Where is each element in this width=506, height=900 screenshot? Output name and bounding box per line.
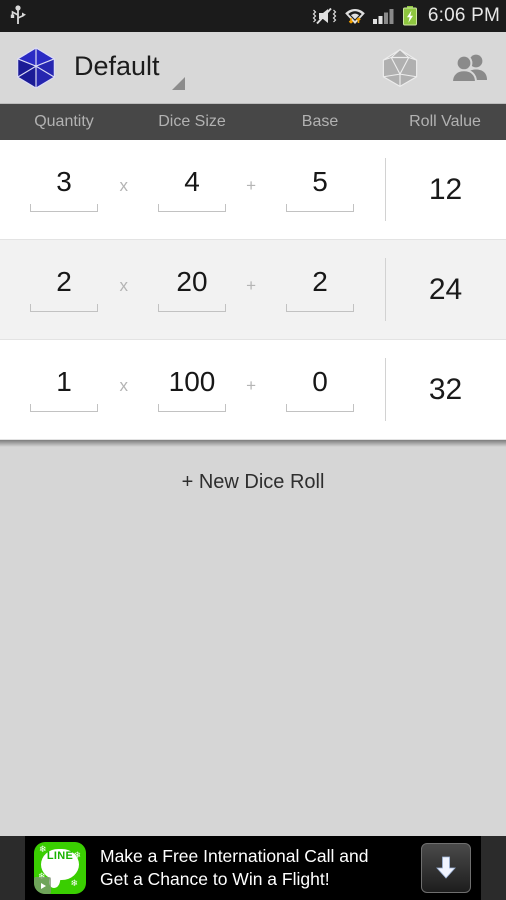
base-input-cell[interactable]: 2 — [256, 267, 384, 312]
adchoices-icon[interactable] — [34, 877, 51, 894]
input-underline — [30, 203, 98, 212]
multiply-symbol: x — [119, 176, 129, 195]
phone-screen: 6:06 PM Default Quantity Dice Size Base … — [0, 0, 506, 900]
input-underline — [286, 203, 354, 212]
input-underline — [286, 403, 354, 412]
app-title-spinner[interactable]: Default — [74, 51, 185, 90]
ad-text: Make a Free International Call and Get a… — [100, 845, 421, 892]
roll-value: 32 — [428, 373, 463, 406]
dice-roll-list: 3 x 4 + 5 12 2 x 20 + 2 24 1 x 100 + 0 3… — [0, 140, 506, 440]
usb-icon — [10, 5, 26, 24]
column-header-dice-size: Dice Size — [158, 113, 226, 130]
table-row[interactable]: 1 x 100 + 0 32 — [0, 340, 506, 440]
ad-banner-content[interactable]: ❄ ❄ ❄ ❄ LINE Make a Free International C… — [25, 836, 481, 900]
dice-size-input-cell[interactable]: 4 — [128, 167, 256, 212]
plus-symbol: + — [246, 176, 256, 195]
input-underline — [158, 403, 226, 412]
dice-size-input[interactable]: 4 — [158, 167, 226, 203]
column-header-base: Base — [301, 113, 339, 130]
new-dice-roll-button[interactable]: + New Dice Roll — [0, 440, 506, 494]
quantity-input-cell[interactable]: 1 — [0, 367, 128, 412]
base-input-cell[interactable]: 5 — [256, 167, 384, 212]
quantity-input[interactable]: 1 — [30, 367, 98, 403]
empty-area: + New Dice Roll — [0, 440, 506, 835]
input-underline — [158, 303, 226, 312]
people-icon — [451, 54, 487, 83]
snowflake-icon: ❄ — [70, 878, 78, 888]
action-bar: Default — [0, 32, 506, 104]
page-title: Default — [74, 51, 160, 81]
table-row[interactable]: 2 x 20 + 2 24 — [0, 240, 506, 340]
battery-charging-icon — [402, 6, 417, 26]
quantity-input[interactable]: 3 — [30, 167, 98, 203]
dice-size-input-cell[interactable]: 100 — [128, 367, 256, 412]
input-underline — [30, 403, 98, 412]
input-underline — [30, 303, 98, 312]
ad-banner[interactable]: ❄ ❄ ❄ ❄ LINE Make a Free International C… — [0, 836, 506, 900]
dice-size-input[interactable]: 20 — [158, 267, 226, 303]
status-bar: 6:06 PM — [0, 0, 506, 32]
plus-symbol: + — [246, 376, 256, 395]
input-underline — [158, 203, 226, 212]
download-arrow-icon — [436, 856, 456, 879]
table-column-headers: Quantity Dice Size Base Roll Value — [0, 104, 506, 140]
column-header-roll-value: Roll Value — [409, 113, 481, 130]
base-input[interactable]: 0 — [286, 367, 354, 403]
dice-size-input[interactable]: 100 — [158, 367, 226, 403]
line-app-icon: ❄ ❄ ❄ ❄ LINE — [34, 842, 86, 894]
quantity-input-cell[interactable]: 2 — [0, 267, 128, 312]
roll-value: 24 — [428, 273, 463, 306]
mute-vibrate-icon — [312, 7, 337, 25]
signal-icon — [372, 9, 394, 24]
multiply-symbol: x — [119, 376, 129, 395]
status-bar-left-icons — [8, 5, 28, 27]
roll-dice-button[interactable] — [378, 46, 422, 90]
status-bar-clock: 6:06 PM — [427, 5, 500, 26]
dropdown-triangle-icon — [171, 77, 185, 90]
status-bar-right-icons: 6:06 PM — [308, 5, 500, 27]
list-bottom-shadow — [0, 440, 506, 447]
input-underline — [286, 303, 354, 312]
blue-d20-icon[interactable] — [14, 46, 58, 90]
line-logo-text: LINE — [46, 850, 74, 862]
base-input-cell[interactable]: 0 — [256, 367, 384, 412]
table-row[interactable]: 3 x 4 + 5 12 — [0, 140, 506, 240]
plus-symbol: + — [246, 276, 256, 295]
base-input[interactable]: 2 — [286, 267, 354, 303]
column-header-quantity: Quantity — [34, 113, 94, 130]
quantity-input[interactable]: 2 — [30, 267, 98, 303]
roll-value: 12 — [428, 173, 463, 206]
base-input[interactable]: 5 — [286, 167, 354, 203]
gray-d20-icon — [382, 48, 418, 87]
ad-text-line-2: Get a Chance to Win a Flight! — [100, 869, 330, 889]
wifi-icon — [345, 9, 365, 24]
multiply-symbol: x — [119, 276, 129, 295]
action-bar-buttons — [378, 46, 492, 90]
ad-text-line-1: Make a Free International Call and — [100, 845, 369, 866]
contacts-button[interactable] — [448, 46, 492, 90]
dice-size-input-cell[interactable]: 20 — [128, 267, 256, 312]
ad-download-button[interactable] — [421, 843, 471, 893]
quantity-input-cell[interactable]: 3 — [0, 167, 128, 212]
